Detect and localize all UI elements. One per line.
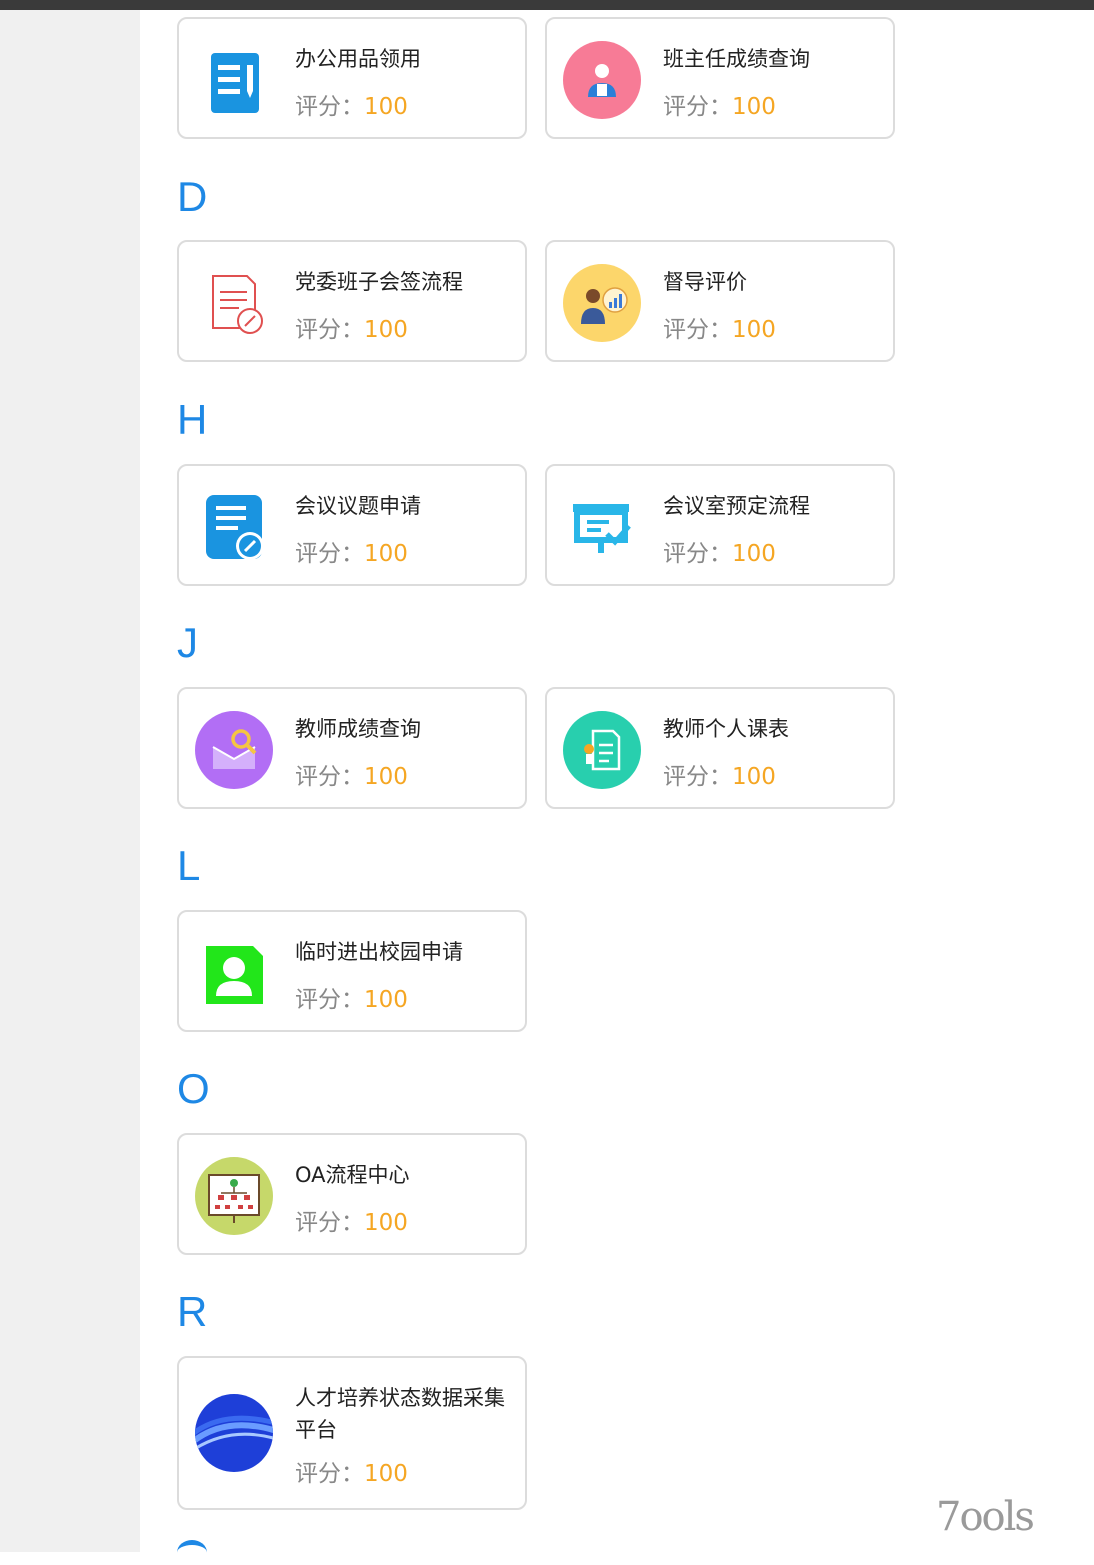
mail-search-icon	[195, 711, 273, 789]
app-card-meeting-topic[interactable]: 会议议题申请 评分：100	[177, 464, 527, 586]
app-card-talent-data-platform[interactable]: 人才培养状态数据采集平台 评分：100	[177, 1356, 527, 1510]
app-card-party-sign[interactable]: 党委班子会签流程 评分：100	[177, 240, 527, 362]
card-title: 督导评价	[663, 270, 747, 294]
document-edit-icon	[195, 264, 273, 342]
group-letter-h: H	[177, 396, 208, 443]
card-score: 评分：100	[295, 987, 408, 1013]
card-score: 评分：100	[295, 317, 408, 343]
window-top-bar	[0, 0, 1094, 10]
supervisor-chart-icon	[563, 264, 641, 342]
card-score: 评分：100	[663, 541, 776, 567]
left-panel	[0, 10, 140, 1552]
app-card-office-supplies[interactable]: 办公用品领用 评分：100	[177, 17, 527, 139]
meeting-board-icon	[563, 488, 641, 566]
group-letter-o: O	[177, 1065, 210, 1112]
group-letter-j: J	[177, 619, 198, 666]
document-list-icon	[195, 41, 273, 119]
app-card-oa-center[interactable]: OA流程中心 评分：100	[177, 1133, 527, 1255]
teacher-avatar-icon	[563, 41, 641, 119]
card-title: 办公用品领用	[295, 47, 421, 71]
card-title: 班主任成绩查询	[663, 47, 810, 71]
group-letter-r: R	[177, 1288, 208, 1335]
app-card-campus-access[interactable]: 临时进出校园申请 评分：100	[177, 910, 527, 1032]
card-title: 教师成绩查询	[295, 717, 421, 741]
card-title: 会议议题申请	[295, 494, 421, 518]
blue-wave-icon	[195, 1394, 273, 1472]
group-letter-partial	[177, 1540, 207, 1565]
card-score: 评分：100	[295, 1461, 408, 1487]
card-title: 党委班子会签流程	[295, 270, 463, 294]
card-score: 评分：100	[663, 94, 776, 120]
group-letter-d: D	[177, 173, 208, 220]
org-chart-icon	[195, 1157, 273, 1235]
certificate-icon	[563, 711, 641, 789]
card-title: 教师个人课表	[663, 717, 789, 741]
card-score: 评分：100	[295, 541, 408, 567]
card-score: 评分：100	[663, 317, 776, 343]
card-score: 评分：100	[663, 764, 776, 790]
card-title: 人才培养状态数据采集平台	[295, 1386, 505, 1442]
card-title: 会议室预定流程	[663, 494, 810, 518]
card-score: 评分：100	[295, 1210, 408, 1236]
card-score: 评分：100	[295, 94, 408, 120]
app-card-teacher-schedule[interactable]: 教师个人课表 评分：100	[545, 687, 895, 809]
group-letter-l: L	[177, 842, 201, 889]
watermark: 7ools	[936, 1494, 1035, 1540]
note-pen-icon	[195, 488, 273, 566]
app-card-supervision[interactable]: 督导评价 评分：100	[545, 240, 895, 362]
card-title: 临时进出校园申请	[295, 940, 463, 964]
user-card-icon	[195, 934, 273, 1012]
card-score: 评分：100	[295, 764, 408, 790]
app-card-teacher-grades[interactable]: 教师成绩查询 评分：100	[177, 687, 527, 809]
app-card-meeting-room[interactable]: 会议室预定流程 评分：100	[545, 464, 895, 586]
card-title: OA流程中心	[295, 1163, 410, 1187]
app-card-headteacher-grades[interactable]: 班主任成绩查询 评分：100	[545, 17, 895, 139]
